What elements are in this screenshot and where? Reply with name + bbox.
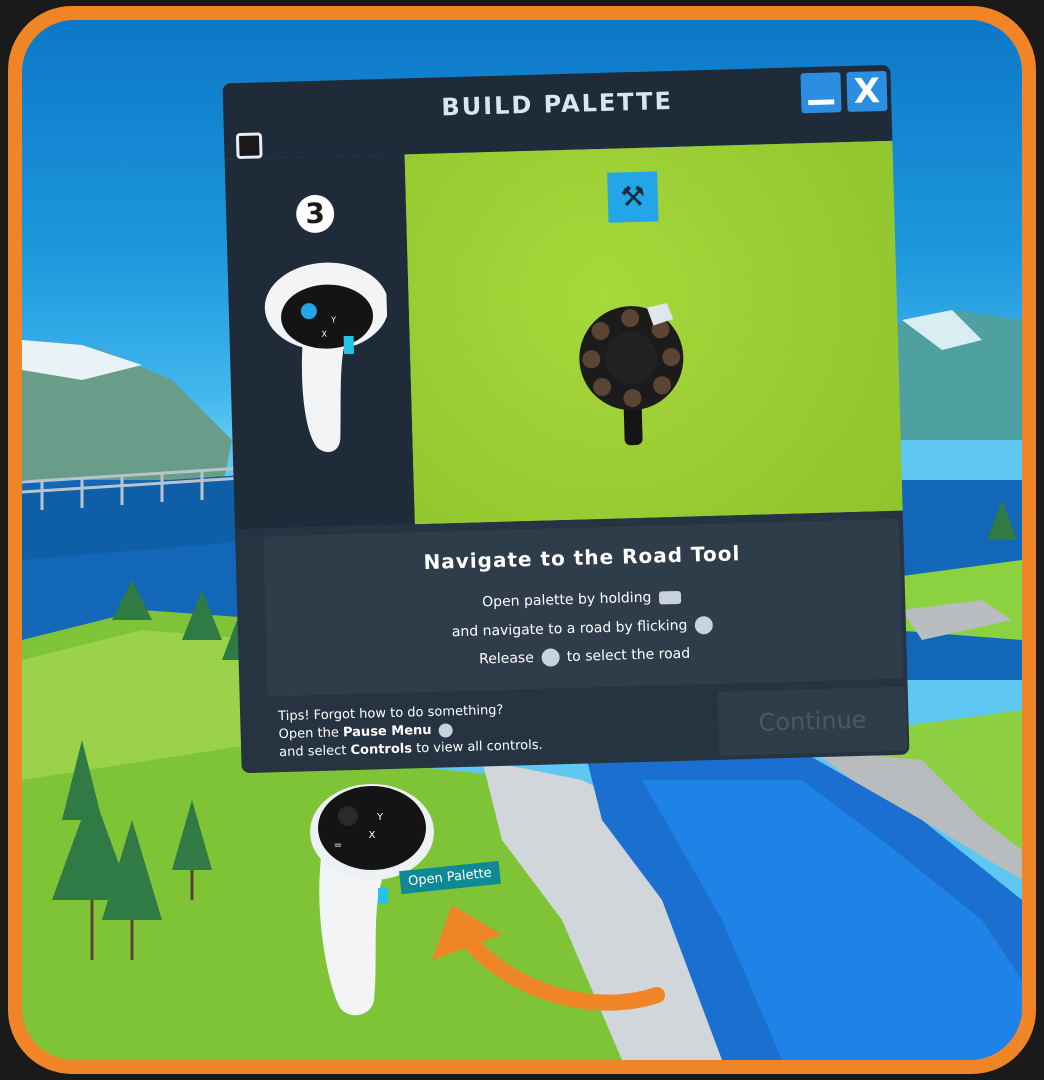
thumbstick-icon: [694, 615, 714, 635]
grip-button-icon: [658, 590, 682, 604]
instruction-text: to select the road: [566, 645, 691, 666]
controls-label: Controls: [350, 741, 413, 759]
instruction-heading: Navigate to the Road Tool: [423, 541, 741, 575]
tips-text: Tips! Forgot how to do something? Open t…: [278, 701, 543, 762]
continue-button[interactable]: Continue: [717, 686, 908, 756]
instruction-line-1: Open palette by holding: [265, 583, 901, 617]
hammer-wrench-icon: ⚒: [607, 171, 659, 223]
instruction-box: Navigate to the Road Tool Open palette b…: [263, 518, 904, 697]
instruction-text: Release: [478, 649, 535, 668]
svg-text:X: X: [321, 330, 327, 339]
instruction-text: Open palette by holding: [481, 589, 652, 611]
build-palette-window: BUILD PALETTE X 3 Y X ⚒ Navigate to the …: [222, 64, 910, 774]
vr-controller-icon: Y X: [264, 262, 389, 453]
thumbstick-icon: [541, 648, 560, 667]
svg-text:Y: Y: [330, 315, 336, 324]
step-pane: 3 Y X: [224, 154, 415, 530]
minimize-button[interactable]: [800, 72, 842, 114]
pin-checkbox[interactable]: [235, 132, 263, 160]
step-number-badge: 3: [295, 194, 335, 234]
instruction-pane: Navigate to the Road Tool Open palette b…: [234, 510, 910, 774]
instruction-line-3: Release to select the road: [267, 639, 903, 675]
vr-scene: Y X = Open Palette BUILD PALETTE X 3 Y X: [22, 20, 1022, 1060]
tutorial-preview: ⚒: [404, 140, 903, 525]
instruction-text: and navigate to a road by flicking: [451, 617, 688, 641]
svg-text:Y: Y: [376, 812, 384, 823]
close-button[interactable]: X: [846, 70, 888, 113]
svg-text:=: =: [334, 840, 342, 851]
menu-button-icon: [438, 722, 453, 738]
radial-palette-preview: [579, 303, 684, 446]
svg-text:X: X: [369, 830, 376, 841]
pause-menu-label: Pause Menu: [342, 722, 432, 741]
window-title: BUILD PALETTE: [441, 86, 674, 122]
